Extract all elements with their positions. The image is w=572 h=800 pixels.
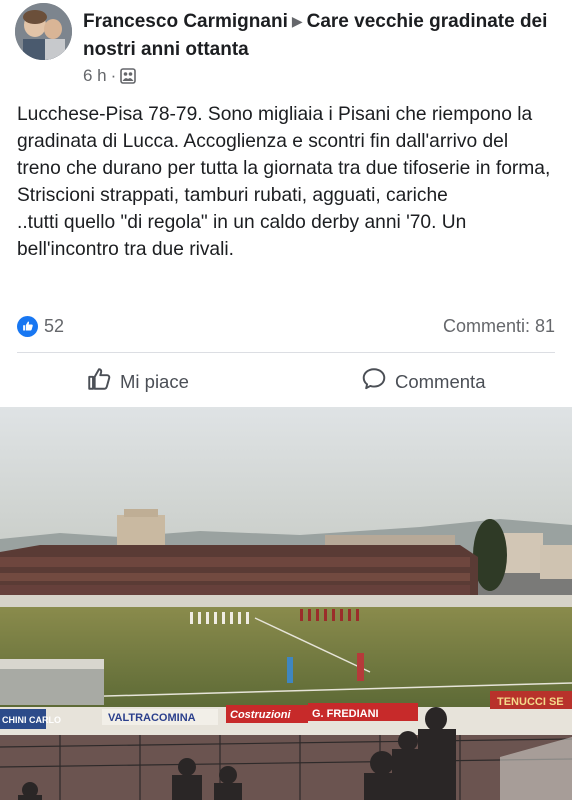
group-icon bbox=[120, 68, 137, 84]
ad-text-2: Costruzioni bbox=[230, 709, 291, 721]
ad-board-1: VALTRACOMINA bbox=[102, 709, 218, 725]
reactions-summary[interactable]: 52 bbox=[17, 315, 65, 337]
ad-board-4: TENUCCI SE bbox=[490, 691, 572, 709]
ad-text-4: TENUCCI SE bbox=[497, 696, 564, 708]
ad-text-3: G. FREDIANI bbox=[312, 708, 379, 720]
post-photo[interactable]: CHINI CARLO VALTRACOMINA Costruzioni G. … bbox=[0, 407, 572, 800]
speech-bubble-icon bbox=[361, 366, 387, 397]
arrow-right-icon: ▶ bbox=[291, 13, 303, 29]
likes-count: 52 bbox=[44, 315, 65, 336]
post-stats: 52 Commenti: 81 bbox=[17, 312, 555, 340]
comment-button[interactable]: Commenta bbox=[361, 366, 485, 397]
author-name[interactable]: Francesco Carmignani bbox=[83, 11, 288, 32]
comment-label: Commenta bbox=[395, 370, 486, 392]
ad-text-1: VALTRACOMINA bbox=[108, 712, 196, 724]
ad-board-3: G. FREDIANI bbox=[308, 703, 418, 721]
post-body: Lucchese-Pisa 78-79. Sono migliaia i Pis… bbox=[17, 104, 551, 260]
post-time[interactable]: 6 h bbox=[83, 66, 107, 86]
avatar[interactable] bbox=[15, 3, 72, 60]
ad-text-left: CHINI CARLO bbox=[2, 715, 61, 725]
thumbs-up-icon bbox=[17, 315, 38, 337]
post-title: Francesco Carmignani ▶ Care vecchie gradin… bbox=[83, 8, 553, 63]
post-meta: 6 h · bbox=[83, 66, 137, 86]
comments-count[interactable]: Commenti: 81 bbox=[443, 316, 555, 337]
meta-separator: · bbox=[110, 66, 117, 85]
like-button[interactable]: Mi piace bbox=[86, 366, 189, 397]
post-actions: Mi piace Commenta bbox=[0, 362, 572, 402]
like-label: Mi piace bbox=[120, 370, 189, 392]
post-header: Francesco Carmignani ▶ Care vecchie gradin… bbox=[0, 0, 572, 92]
thumbs-up-outline-icon bbox=[86, 366, 112, 397]
ad-board-2: Costruzioni bbox=[226, 705, 308, 723]
divider bbox=[17, 352, 555, 353]
